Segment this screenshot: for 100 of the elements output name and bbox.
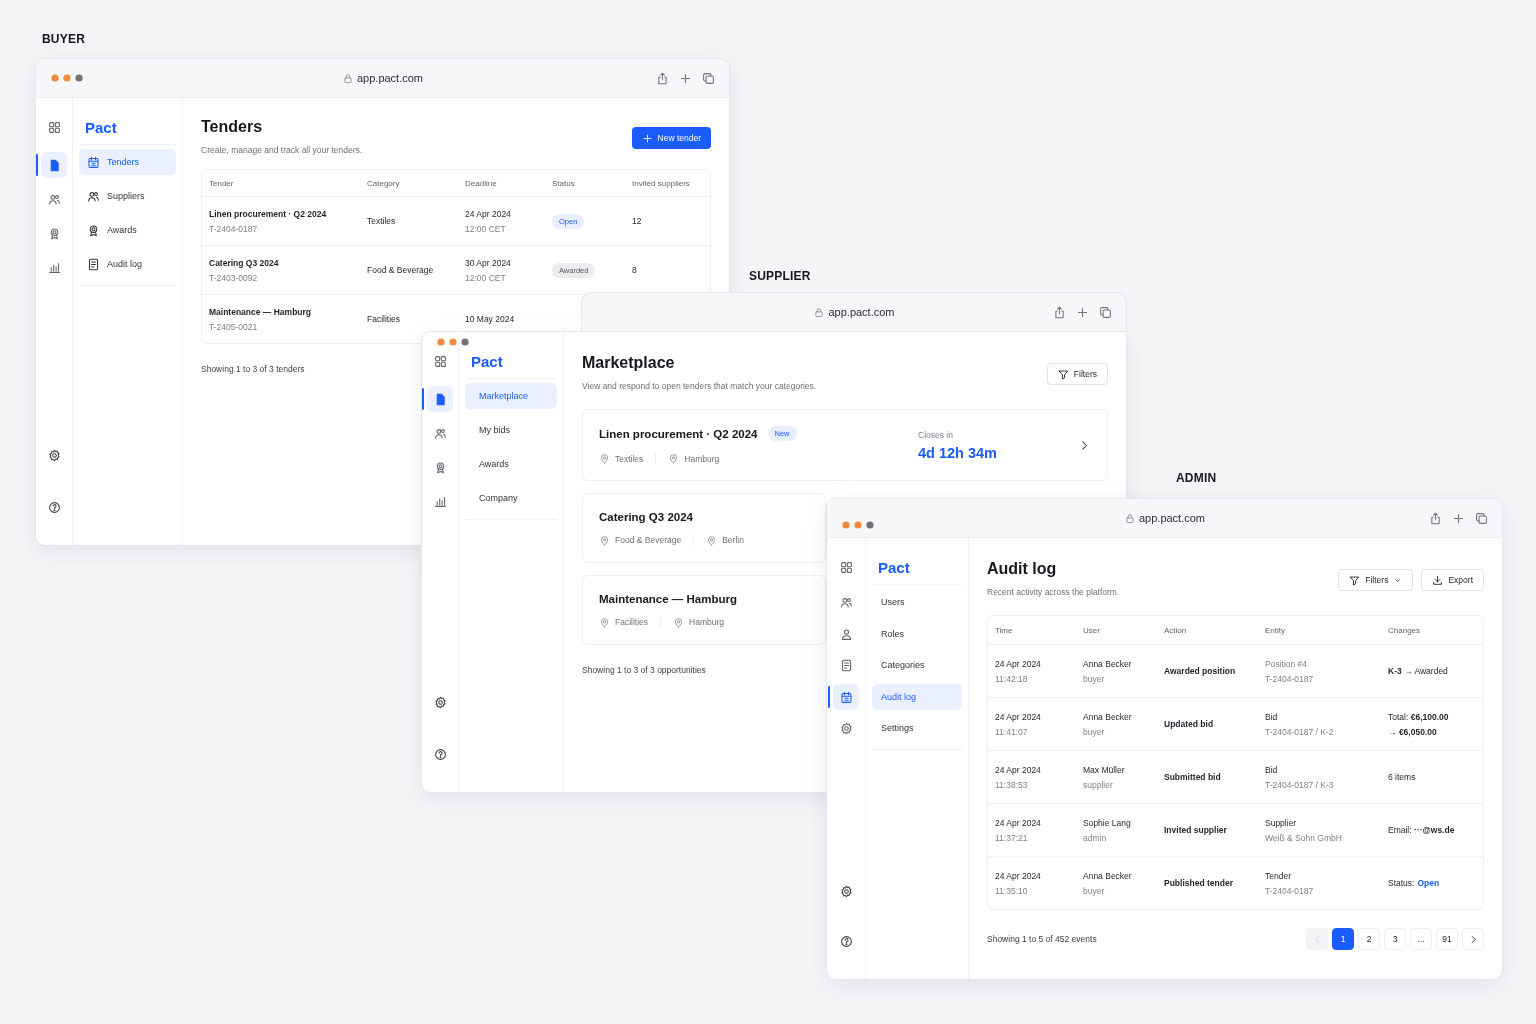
pin-icon bbox=[599, 453, 610, 464]
results-summary: Showing 1 to 3 of 3 opportunities bbox=[582, 665, 706, 675]
page-title: Tenders bbox=[201, 118, 264, 136]
nav-item[interactable]: Company bbox=[465, 485, 557, 511]
results-summary: Showing 1 to 5 of 452 events bbox=[987, 934, 1097, 944]
plus-icon bbox=[641, 132, 653, 144]
brand-logo[interactable]: Pact bbox=[79, 110, 176, 145]
copy-icon[interactable] bbox=[1099, 305, 1112, 319]
nav-item[interactable]: Settings bbox=[872, 715, 962, 741]
user-name: Anna Becker bbox=[1083, 870, 1133, 881]
change-text: K-3 → Awarded bbox=[1388, 666, 1449, 676]
deadline-time: 12:00 CET bbox=[465, 272, 507, 283]
action-button[interactable]: Filters bbox=[1046, 363, 1108, 385]
meta-text: Textiles bbox=[615, 453, 644, 464]
share-icon[interactable] bbox=[1053, 305, 1066, 319]
calendar-icon bbox=[839, 690, 853, 704]
pin-icon bbox=[599, 534, 610, 546]
action-text: Submitted bid bbox=[1164, 772, 1221, 782]
page-button[interactable]: 2 bbox=[1358, 928, 1380, 950]
page-button[interactable]: ... bbox=[1410, 928, 1432, 950]
tender-name[interactable]: Maintenance — Hamburg bbox=[209, 306, 353, 317]
event-time: 11:37:21 bbox=[995, 832, 1029, 843]
role-label: SUPPLIER bbox=[749, 269, 811, 283]
results-summary: Showing 1 to 3 of 3 tenders bbox=[201, 364, 305, 374]
settings-icon bbox=[433, 695, 447, 709]
address-text[interactable]: app.pact.com bbox=[828, 306, 895, 318]
nav-item[interactable]: Suppliers bbox=[79, 183, 176, 209]
action-text: Awarded position bbox=[1164, 666, 1236, 676]
nav-item[interactable]: Tenders bbox=[79, 149, 176, 175]
share-icon[interactable] bbox=[1429, 511, 1442, 525]
category-text: Facilities bbox=[367, 314, 401, 324]
user-name: Anna Becker bbox=[1083, 658, 1133, 669]
user-role: buyer bbox=[1083, 885, 1106, 896]
role-label: ADMIN bbox=[1176, 471, 1217, 485]
action-text: Published tender bbox=[1164, 878, 1233, 888]
address-text[interactable]: app.pact.com bbox=[1139, 512, 1205, 524]
action-text: Updated bid bbox=[1164, 719, 1214, 729]
plus-icon[interactable] bbox=[679, 71, 692, 85]
copy-icon[interactable] bbox=[702, 71, 715, 85]
share-icon[interactable] bbox=[656, 71, 669, 85]
copy-icon[interactable] bbox=[1475, 511, 1488, 525]
nav-item[interactable]: Audit log bbox=[872, 683, 962, 710]
action-button[interactable]: Filters bbox=[1338, 569, 1414, 591]
page-subtitle: Create, manage and track all your tenders. bbox=[201, 145, 363, 155]
column-header: Time bbox=[994, 625, 1014, 635]
entity-reference: T-2404-0187 / K-2 bbox=[1265, 726, 1335, 737]
grid-icon bbox=[433, 354, 447, 368]
nav-item[interactable]: Audit log bbox=[79, 251, 176, 277]
settings-icon bbox=[47, 448, 61, 462]
plus-icon[interactable] bbox=[1076, 305, 1089, 319]
deadline-time: 12:00 CET bbox=[465, 223, 507, 234]
nav-item[interactable]: Awards bbox=[465, 451, 557, 477]
nav-item[interactable]: Categories bbox=[872, 652, 962, 678]
pin-icon bbox=[668, 453, 680, 464]
tender-name[interactable]: Linen procurement · Q2 2024 bbox=[209, 208, 353, 219]
brand-logo[interactable]: Pact bbox=[465, 344, 557, 379]
user-name: Sophie Lang bbox=[1083, 817, 1132, 828]
nav-item[interactable]: My bids bbox=[465, 417, 557, 443]
pin-icon bbox=[599, 616, 610, 628]
chart-icon bbox=[433, 494, 447, 508]
nav-item[interactable]: Awards bbox=[79, 217, 176, 243]
brand-logo[interactable]: Pact bbox=[872, 550, 962, 585]
deadline-date: 24 Apr 2024 bbox=[465, 208, 512, 219]
tender-name[interactable]: Catering Q3 2024 bbox=[209, 257, 353, 268]
action-button[interactable]: Export bbox=[1421, 569, 1484, 591]
users-icon bbox=[433, 426, 447, 440]
action-text: Invited supplier bbox=[1164, 825, 1227, 835]
tender-card[interactable]: Maintenance — Hamburg Facilities Hamburg bbox=[582, 575, 826, 645]
tender-id: T-2405-0021 bbox=[209, 321, 259, 332]
event-date: 24 Apr 2024 bbox=[995, 764, 1042, 775]
entity-reference: T-2404-0187 bbox=[1265, 885, 1315, 896]
page-button[interactable]: 3 bbox=[1384, 928, 1406, 950]
page-button[interactable]: 91 bbox=[1436, 928, 1458, 950]
chart-icon bbox=[47, 260, 61, 274]
list-icon bbox=[839, 659, 853, 672]
column-header: Entity bbox=[1264, 625, 1286, 635]
user-role: buyer bbox=[1083, 726, 1106, 737]
meta-text: Food & Beverage bbox=[615, 535, 682, 545]
page-button[interactable]: 1 bbox=[1332, 928, 1354, 950]
nav-item[interactable]: Marketplace bbox=[465, 383, 557, 409]
filter-icon bbox=[1057, 368, 1069, 380]
card-title: Linen procurement · Q2 2024 bbox=[599, 427, 758, 440]
tender-card[interactable]: Catering Q3 2024 Food & Beverage Berlin bbox=[582, 493, 826, 563]
meta-text: Facilities bbox=[615, 617, 649, 627]
status-link[interactable]: Open bbox=[1417, 878, 1440, 888]
deadline-date: 10 May 2024 bbox=[465, 314, 516, 324]
nav-item[interactable]: Roles bbox=[872, 620, 962, 647]
change-text: Email: ···@ws.de bbox=[1388, 825, 1456, 835]
entity-reference: T-2404-0187 bbox=[1265, 673, 1315, 684]
event-date: 24 Apr 2024 bbox=[995, 870, 1042, 881]
meta-text: Berlin bbox=[722, 535, 744, 545]
pin-icon bbox=[706, 534, 718, 546]
user-role: buyer bbox=[1083, 673, 1106, 684]
plus-icon[interactable] bbox=[1452, 511, 1465, 525]
event-time: 11:35:10 bbox=[995, 885, 1029, 896]
address-text[interactable]: app.pact.com bbox=[357, 72, 423, 84]
nav-item[interactable]: Users bbox=[872, 589, 962, 615]
card-title: Maintenance — Hamburg bbox=[599, 592, 738, 605]
action-button[interactable]: New tender bbox=[631, 127, 711, 149]
calendar-icon bbox=[87, 155, 100, 169]
